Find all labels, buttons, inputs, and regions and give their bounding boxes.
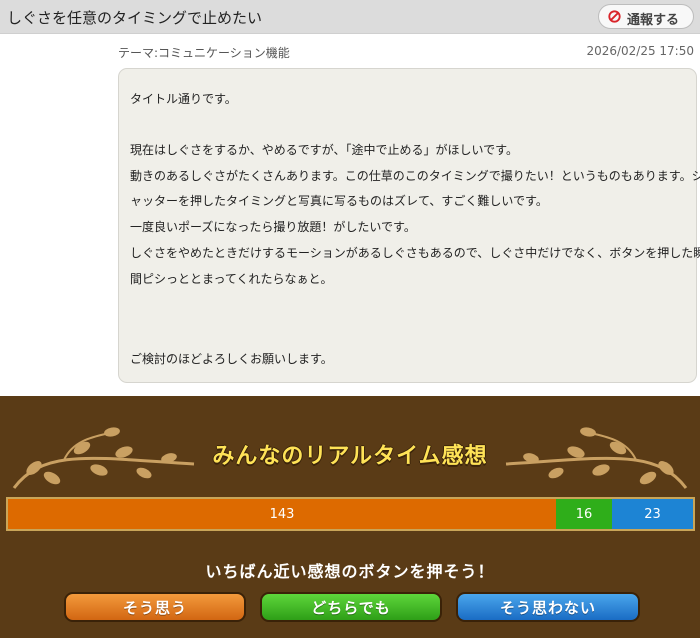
reaction-title: みんなのリアルタイム感想 — [212, 444, 488, 469]
neutral-button[interactable]: どちらでも — [260, 592, 442, 622]
report-label: 通報する — [627, 13, 680, 28]
post-body: タイトル通りです。 現在はしぐさをするか、やめるですが、「途中で止める」がほしい… — [118, 68, 700, 383]
neutral-count: 16 — [556, 499, 612, 529]
agree-count: 143 — [8, 499, 556, 529]
post-line: しぐさをやめたときだけするモーションがあるしぐさもあるので、しぐさ中だけでなく、… — [130, 246, 700, 260]
post-title: しぐさを任意のタイミングで止めたい — [7, 9, 263, 27]
post-timestamp: 2026/02/25 17:50 — [586, 44, 694, 58]
reaction-prompt: いちばん近い感想のボタンを押そう！ — [205, 562, 495, 581]
post-theme: テーマ:コミュニケーション機能 — [118, 46, 290, 60]
post-line: ご検討のほどよろしくお願いします。 — [130, 352, 333, 366]
post-line: タイトル通りです。 — [130, 92, 237, 106]
post-line: ャッターを押したタイミングと写真に写るものはズレて、すごく難しいです。 — [130, 194, 548, 208]
prohibited-icon — [608, 10, 621, 23]
post-line: 現在はしぐさをするか、やめるですが、「途中で止める」がほしいです。 — [130, 143, 518, 157]
report-button[interactable]: 通報する — [598, 4, 694, 29]
agree-button[interactable]: そう思う — [64, 592, 246, 622]
post-line: 一度良いポーズになったら撮り放題！がしたいです。 — [130, 220, 416, 234]
disagree-count: 23 — [612, 499, 693, 529]
post-header: しぐさを任意のタイミングで止めたい 通報する — [0, 0, 700, 34]
disagree-button[interactable]: そう思わない — [456, 592, 640, 622]
reaction-panel: みんなのリアルタイム感想 143 16 23 いちばん近い感想のボタンを押そう！… — [0, 396, 700, 638]
reaction-tally-bar: 143 16 23 — [6, 497, 695, 531]
post-line: 動きのあるしぐさがたくさんあります。この仕草のこのタイミングで撮りたい！というも… — [130, 169, 700, 183]
post-line: 間ピシっととまってくれたらなぁと。 — [130, 272, 333, 286]
